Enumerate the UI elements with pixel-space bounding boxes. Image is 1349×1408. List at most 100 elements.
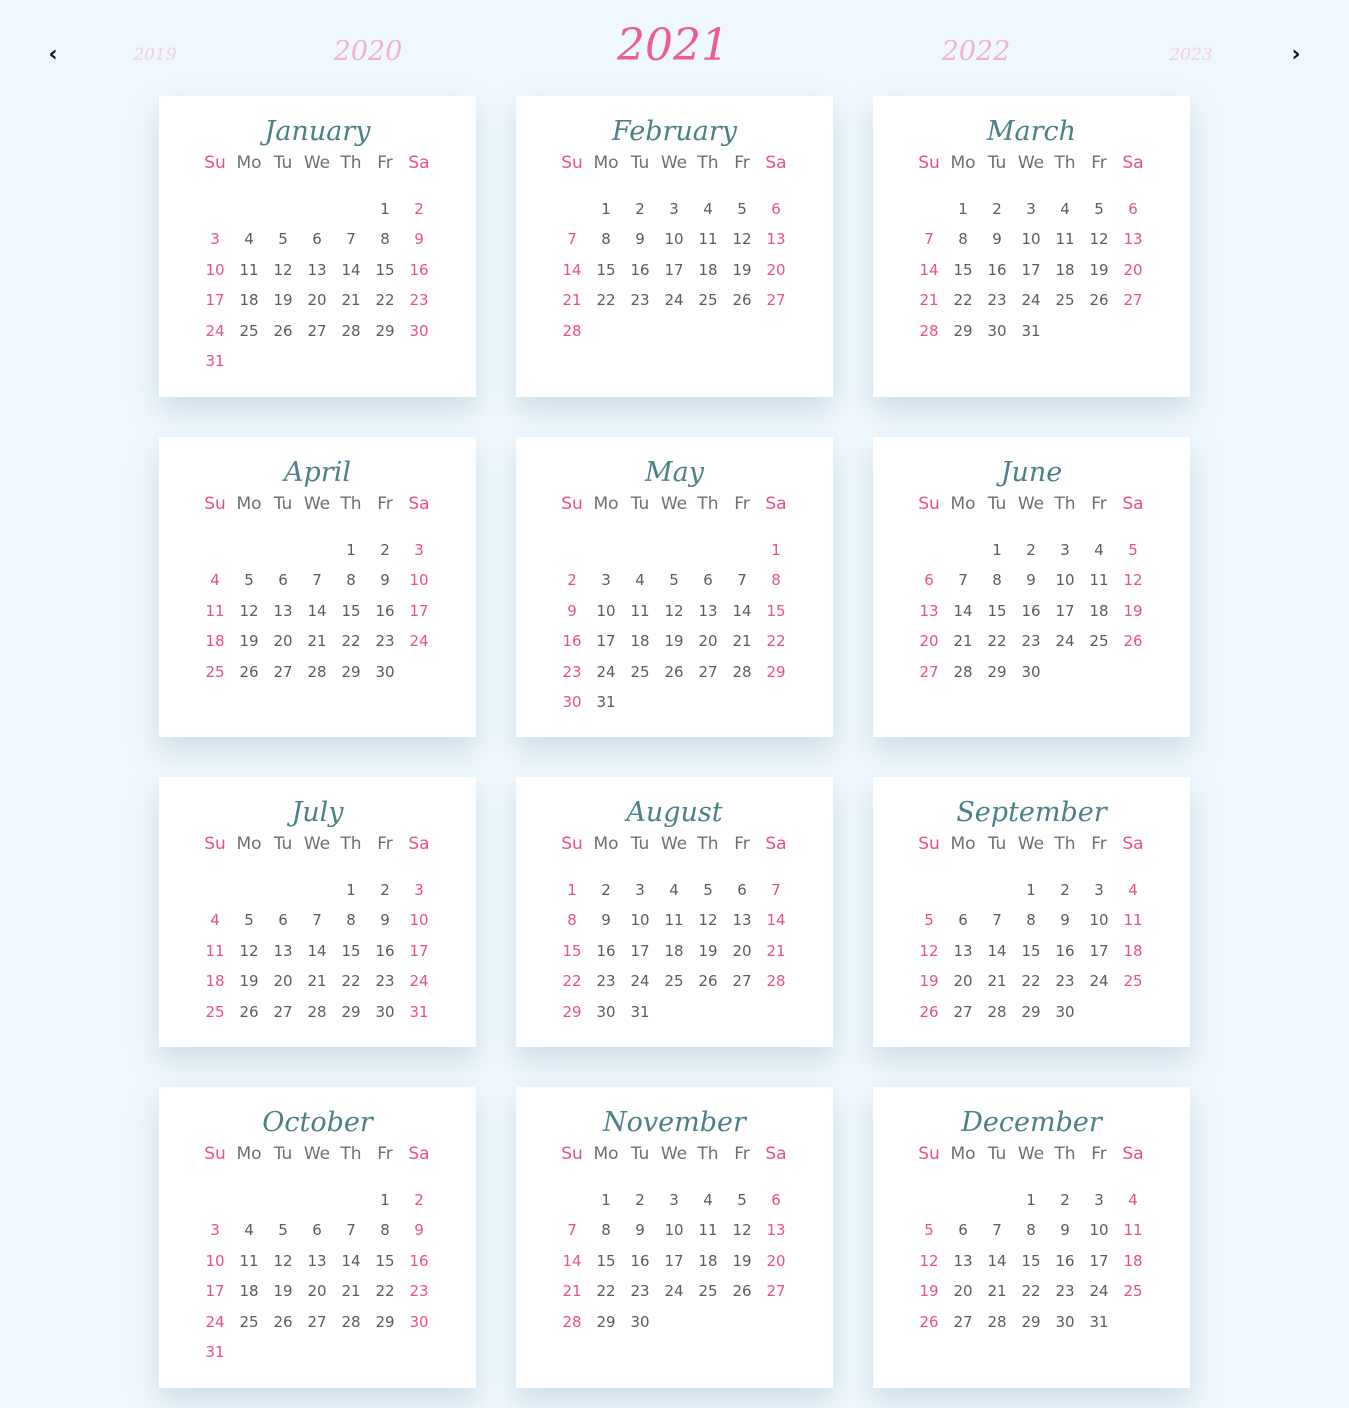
day-cell[interactable]: 6	[300, 230, 334, 248]
day-cell[interactable]: 31	[1014, 322, 1048, 340]
day-cell[interactable]: 15	[589, 1252, 623, 1270]
day-cell[interactable]: 17	[198, 1282, 232, 1300]
day-cell[interactable]: 29	[334, 663, 368, 681]
day-cell[interactable]: 23	[1048, 972, 1082, 990]
day-cell[interactable]: 23	[368, 632, 402, 650]
day-cell[interactable]: 5	[725, 200, 759, 218]
day-cell[interactable]: 8	[589, 230, 623, 248]
previous-year-arrow[interactable]: ‹	[38, 38, 68, 72]
day-cell[interactable]: 10	[1014, 230, 1048, 248]
day-cell[interactable]: 24	[1082, 1282, 1116, 1300]
day-cell[interactable]: 13	[691, 602, 725, 620]
day-cell[interactable]: 11	[232, 1252, 266, 1270]
day-cell[interactable]: 21	[555, 291, 589, 309]
day-cell[interactable]: 1	[1014, 1191, 1048, 1209]
day-cell[interactable]: 28	[912, 322, 946, 340]
day-cell[interactable]: 22	[946, 291, 980, 309]
day-cell[interactable]: 19	[266, 291, 300, 309]
day-cell[interactable]: 4	[198, 571, 232, 589]
day-cell[interactable]: 25	[198, 663, 232, 681]
day-cell[interactable]: 23	[555, 663, 589, 681]
day-cell[interactable]: 22	[334, 632, 368, 650]
day-cell[interactable]: 7	[300, 911, 334, 929]
day-cell[interactable]: 17	[1014, 261, 1048, 279]
day-cell[interactable]: 26	[266, 322, 300, 340]
day-cell[interactable]: 8	[759, 571, 793, 589]
day-cell[interactable]: 8	[334, 571, 368, 589]
day-cell[interactable]: 11	[1082, 571, 1116, 589]
day-cell[interactable]: 4	[1082, 541, 1116, 559]
day-cell[interactable]: 20	[266, 972, 300, 990]
day-cell[interactable]: 18	[623, 632, 657, 650]
day-cell[interactable]: 3	[402, 541, 436, 559]
day-cell[interactable]: 13	[266, 602, 300, 620]
day-cell[interactable]: 13	[300, 1252, 334, 1270]
day-cell[interactable]: 18	[232, 291, 266, 309]
day-cell[interactable]: 27	[946, 1003, 980, 1021]
day-cell[interactable]: 6	[725, 881, 759, 899]
day-cell[interactable]: 14	[300, 602, 334, 620]
day-cell[interactable]: 6	[759, 1191, 793, 1209]
day-cell[interactable]: 4	[1048, 200, 1082, 218]
day-cell[interactable]: 14	[980, 942, 1014, 960]
day-cell[interactable]: 6	[946, 911, 980, 929]
day-cell[interactable]: 25	[691, 1282, 725, 1300]
day-cell[interactable]: 23	[623, 1282, 657, 1300]
day-cell[interactable]: 11	[198, 942, 232, 960]
day-cell[interactable]: 16	[589, 942, 623, 960]
day-cell[interactable]: 9	[1048, 1221, 1082, 1239]
day-cell[interactable]: 12	[266, 261, 300, 279]
day-cell[interactable]: 13	[759, 230, 793, 248]
day-cell[interactable]: 20	[759, 261, 793, 279]
day-cell[interactable]: 27	[725, 972, 759, 990]
next-year-arrow[interactable]: ›	[1281, 38, 1311, 72]
day-cell[interactable]: 14	[946, 602, 980, 620]
day-cell[interactable]: 12	[912, 942, 946, 960]
day-cell[interactable]: 23	[402, 1282, 436, 1300]
day-cell[interactable]: 9	[980, 230, 1014, 248]
day-cell[interactable]: 30	[1048, 1003, 1082, 1021]
day-cell[interactable]: 16	[980, 261, 1014, 279]
year-2022-link[interactable]: 2022	[942, 36, 1011, 67]
day-cell[interactable]: 24	[623, 972, 657, 990]
day-cell[interactable]: 25	[1116, 1282, 1150, 1300]
day-cell[interactable]: 7	[946, 571, 980, 589]
day-cell[interactable]: 26	[912, 1003, 946, 1021]
day-cell[interactable]: 20	[946, 972, 980, 990]
day-cell[interactable]: 7	[555, 1221, 589, 1239]
day-cell[interactable]: 17	[657, 261, 691, 279]
day-cell[interactable]: 20	[912, 632, 946, 650]
day-cell[interactable]: 5	[232, 911, 266, 929]
day-cell[interactable]: 3	[198, 230, 232, 248]
year-2023-link[interactable]: 2023	[1169, 45, 1212, 65]
day-cell[interactable]: 29	[759, 663, 793, 681]
day-cell[interactable]: 21	[725, 632, 759, 650]
day-cell[interactable]: 6	[266, 571, 300, 589]
day-cell[interactable]: 15	[555, 942, 589, 960]
day-cell[interactable]: 9	[402, 1221, 436, 1239]
day-cell[interactable]: 30	[589, 1003, 623, 1021]
day-cell[interactable]: 13	[946, 942, 980, 960]
day-cell[interactable]: 16	[368, 942, 402, 960]
day-cell[interactable]: 9	[589, 911, 623, 929]
day-cell[interactable]: 25	[1116, 972, 1150, 990]
day-cell[interactable]: 12	[232, 602, 266, 620]
day-cell[interactable]: 30	[980, 322, 1014, 340]
day-cell[interactable]: 11	[657, 911, 691, 929]
day-cell[interactable]: 23	[368, 972, 402, 990]
day-cell[interactable]: 6	[691, 571, 725, 589]
day-cell[interactable]: 17	[589, 632, 623, 650]
day-cell[interactable]: 29	[946, 322, 980, 340]
day-cell[interactable]: 1	[589, 1191, 623, 1209]
day-cell[interactable]: 3	[198, 1221, 232, 1239]
day-cell[interactable]: 4	[623, 571, 657, 589]
day-cell[interactable]: 21	[980, 1282, 1014, 1300]
day-cell[interactable]: 15	[334, 942, 368, 960]
day-cell[interactable]: 5	[266, 1221, 300, 1239]
day-cell[interactable]: 20	[1116, 261, 1150, 279]
day-cell[interactable]: 5	[912, 1221, 946, 1239]
day-cell[interactable]: 21	[300, 632, 334, 650]
day-cell[interactable]: 13	[759, 1221, 793, 1239]
day-cell[interactable]: 10	[198, 261, 232, 279]
day-cell[interactable]: 15	[946, 261, 980, 279]
